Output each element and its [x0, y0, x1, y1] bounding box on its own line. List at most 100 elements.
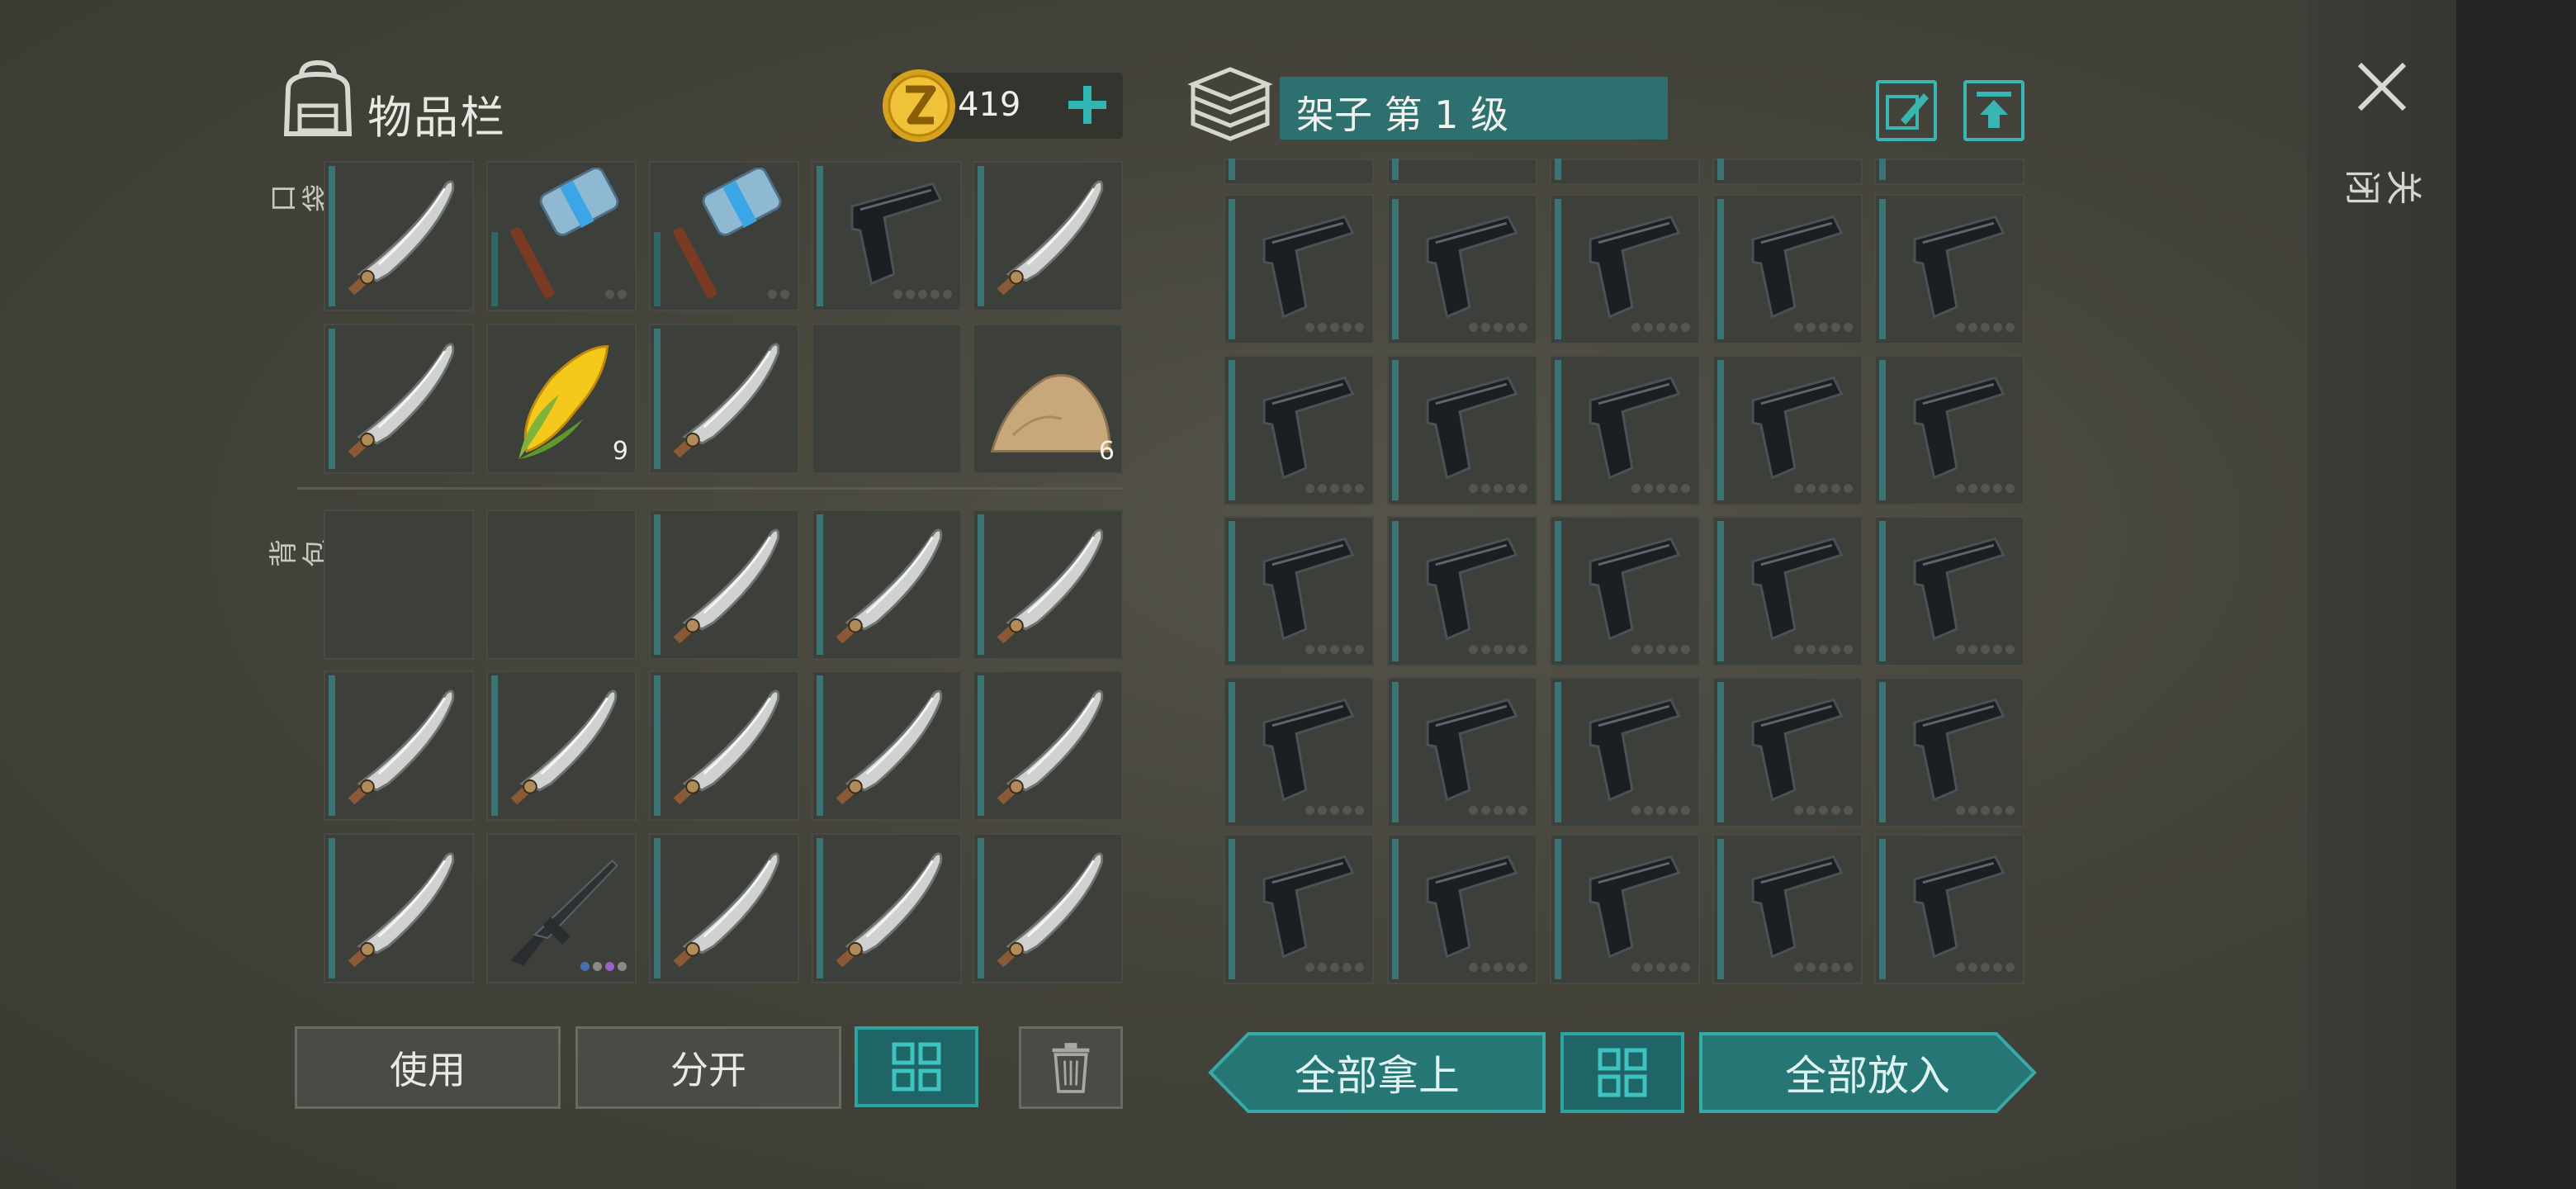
take-all-button[interactable]: 全部拿上: [1207, 1030, 1547, 1115]
pocket-slot[interactable]: 9: [486, 324, 637, 474]
coin-count: 419: [958, 86, 1021, 124]
pocket-slot[interactable]: [973, 161, 1123, 311]
upgrade-dots: [1956, 645, 2015, 656]
backpack-slot[interactable]: [649, 833, 799, 983]
pocket-slot[interactable]: [812, 161, 962, 311]
backpack-slot[interactable]: [973, 670, 1123, 821]
storage-slot[interactable]: [1874, 834, 2024, 984]
backpack-slot[interactable]: [486, 833, 637, 983]
storage-slot[interactable]: [1550, 677, 1700, 827]
storage-slot[interactable]: [1224, 194, 1374, 344]
close-label[interactable]: 关闭: [2341, 149, 2424, 231]
rifle-icon: [510, 860, 618, 966]
coin-icon: [883, 69, 955, 142]
put-all-button[interactable]: 全部放入: [1698, 1030, 2038, 1115]
backpack-slot[interactable]: [812, 509, 962, 660]
inventory-title: 物品栏: [367, 92, 506, 144]
backpack-slot[interactable]: [973, 509, 1123, 660]
backpack-slot[interactable]: [486, 670, 637, 821]
trash-button[interactable]: [1019, 1026, 1123, 1109]
upgrade-dots: [1305, 484, 1364, 495]
machete-icon: [673, 852, 780, 968]
storage-slot[interactable]: [1874, 355, 2024, 505]
backpack-icon: [283, 59, 353, 136]
storage-slot[interactable]: [1712, 355, 1863, 505]
backpack-slot[interactable]: [486, 509, 637, 660]
pocket-slot[interactable]: [812, 324, 962, 474]
storage-slot[interactable]: [1224, 677, 1374, 827]
storage-slot[interactable]: [1387, 194, 1537, 344]
storage-slot[interactable]: [1550, 516, 1700, 666]
chest-icon: [1187, 67, 1273, 141]
upgrade-dots: [1956, 806, 2015, 817]
storage-slot-partial[interactable]: [1387, 159, 1537, 185]
take-all-label: 全部拿上: [1295, 1052, 1460, 1100]
machete-icon: [997, 528, 1104, 644]
backpack-slot[interactable]: [812, 833, 962, 983]
storage-slot[interactable]: [1550, 834, 1700, 984]
storage-slot[interactable]: [1712, 677, 1863, 827]
pocket-slot[interactable]: [324, 324, 474, 474]
backpack-slot[interactable]: [324, 670, 474, 821]
storage-slot[interactable]: [1550, 194, 1700, 344]
upgrade-dots: [1469, 645, 1527, 656]
storage-slot[interactable]: [1387, 516, 1537, 666]
machete-icon: [510, 689, 618, 805]
pistol-icon: [1589, 537, 1681, 641]
storage-slot-partial[interactable]: [1874, 159, 2024, 185]
item-quantity: 6: [1098, 437, 1115, 466]
pocket-slot[interactable]: [649, 161, 799, 311]
storage-slot[interactable]: [1224, 355, 1374, 505]
backpack-slot[interactable]: [324, 833, 474, 983]
backpack-slot[interactable]: [324, 509, 474, 660]
pistol-icon: [1426, 855, 1518, 959]
split-button[interactable]: 分开: [575, 1026, 841, 1109]
storage-slot[interactable]: [1874, 677, 2024, 827]
storage-slot[interactable]: [1224, 516, 1374, 666]
storage-slot[interactable]: [1712, 834, 1863, 984]
close-icon[interactable]: [2353, 58, 2411, 116]
pistol-icon: [1589, 215, 1681, 319]
storage-slot[interactable]: [1712, 194, 1863, 344]
backpack-slot[interactable]: [649, 509, 799, 660]
pocket-slot[interactable]: [486, 161, 637, 311]
sort-storage-button[interactable]: [1560, 1032, 1684, 1113]
pistol-icon: [1426, 376, 1518, 480]
storage-slot[interactable]: [1550, 355, 1700, 505]
storage-slot[interactable]: [1874, 194, 2024, 344]
plus-icon[interactable]: [1058, 76, 1116, 134]
trash-icon: [1052, 1043, 1090, 1093]
pistol-icon: [1751, 537, 1844, 641]
backpack-slot[interactable]: [649, 670, 799, 821]
upgrade-dots: [1305, 963, 1364, 974]
pocket-slot[interactable]: [324, 161, 474, 311]
machete-icon: [836, 528, 943, 644]
sand-icon: [990, 374, 1111, 452]
machete-icon: [348, 180, 455, 296]
sort-inventory-button[interactable]: [855, 1026, 978, 1107]
backpack-slot[interactable]: [973, 833, 1123, 983]
upgrade-dots: [1631, 323, 1690, 334]
storage-slot[interactable]: [1387, 355, 1537, 505]
pocket-slot[interactable]: 6: [973, 324, 1123, 474]
pistol-icon: [850, 182, 943, 286]
use-button[interactable]: 使用: [295, 1026, 561, 1109]
upload-button[interactable]: [1963, 80, 2024, 141]
sort-grid-icon: [1598, 1048, 1647, 1097]
storage-slot[interactable]: [1387, 677, 1537, 827]
hammer-icon: [673, 168, 782, 299]
storage-slot-partial[interactable]: [1224, 159, 1374, 185]
backpack-slot[interactable]: [812, 670, 962, 821]
storage-slot[interactable]: [1224, 834, 1374, 984]
storage-name: 架子 第 1 级: [1296, 92, 1509, 137]
storage-slot-partial[interactable]: [1712, 159, 1863, 185]
edit-button[interactable]: [1876, 80, 1937, 141]
storage-slot-partial[interactable]: [1550, 159, 1700, 185]
storage-slot[interactable]: [1874, 516, 2024, 666]
pocket-slot[interactable]: [649, 324, 799, 474]
pocket-label: 口袋: [268, 184, 334, 212]
upgrade-dots: [605, 290, 627, 301]
pistol-icon: [1426, 698, 1518, 802]
storage-slot[interactable]: [1712, 516, 1863, 666]
storage-slot[interactable]: [1387, 834, 1537, 984]
